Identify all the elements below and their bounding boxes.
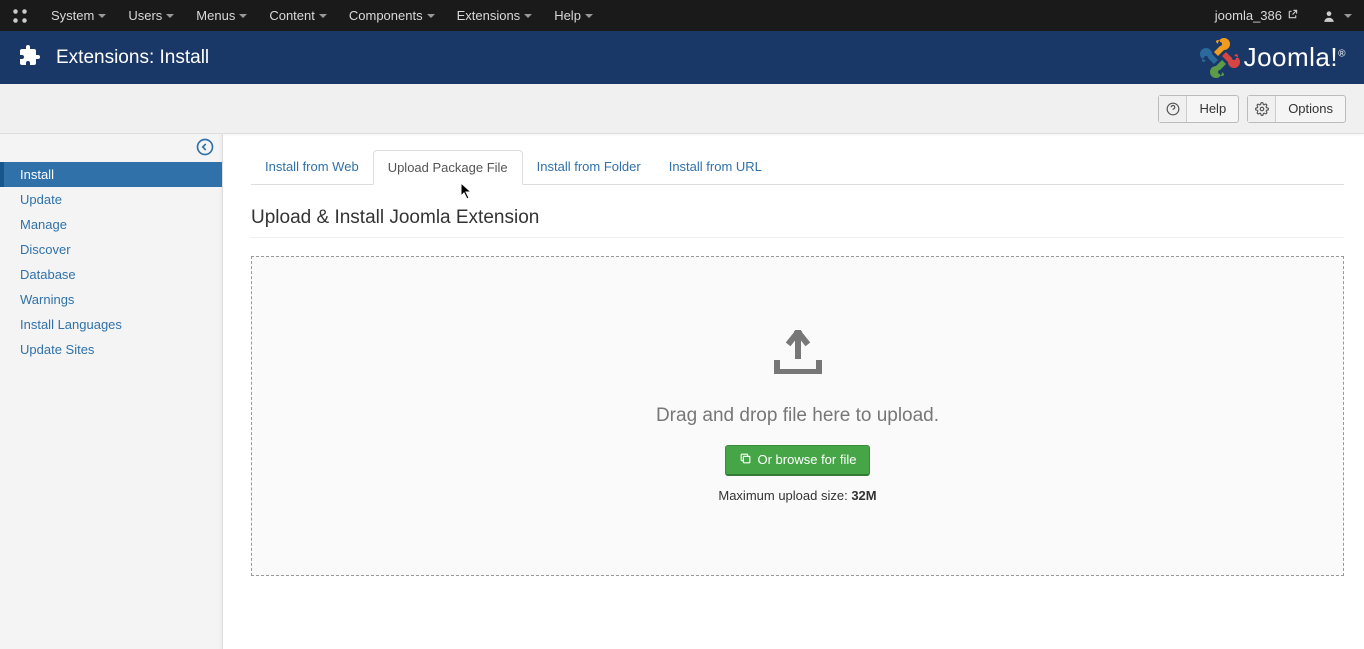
tab-install-from-web[interactable]: Install from Web xyxy=(251,150,373,185)
admin-top-bar: System Users Menus Content Components Ex… xyxy=(0,0,1364,31)
page-header: Extensions: Install Joomla!® xyxy=(0,31,1364,84)
drop-text: Drag and drop file here to upload. xyxy=(656,405,939,427)
caret-icon xyxy=(166,14,174,18)
sidebar-item-install[interactable]: Install xyxy=(0,162,222,187)
help-button[interactable]: Help xyxy=(1158,95,1239,123)
caret-icon xyxy=(239,14,247,18)
site-link[interactable]: joomla_386 xyxy=(1203,0,1310,31)
gear-icon xyxy=(1248,96,1276,122)
menu-menus[interactable]: Menus xyxy=(185,0,258,31)
upload-icon xyxy=(771,330,825,377)
tab-upload-package-file[interactable]: Upload Package File xyxy=(373,150,523,185)
caret-icon xyxy=(98,14,106,18)
top-right: joomla_386 xyxy=(1203,0,1364,31)
tab-install-from-folder[interactable]: Install from Folder xyxy=(523,150,655,185)
menu-extensions[interactable]: Extensions xyxy=(446,0,544,31)
caret-icon xyxy=(427,14,435,18)
sidebar-item-database[interactable]: Database xyxy=(0,262,222,287)
external-link-icon xyxy=(1287,8,1298,23)
main-layout: Install Update Manage Discover Database … xyxy=(0,134,1364,649)
menu-content[interactable]: Content xyxy=(258,0,338,31)
max-upload-size: Maximum upload size: 32M xyxy=(718,488,876,503)
tab-install-from-url[interactable]: Install from URL xyxy=(655,150,776,185)
main-content: Install from Web Upload Package File Ins… xyxy=(223,134,1364,649)
joomla-icon[interactable] xyxy=(0,0,40,31)
menu-system[interactable]: System xyxy=(40,0,117,31)
toolbar: Help Options xyxy=(0,84,1364,134)
sidebar-item-manage[interactable]: Manage xyxy=(0,212,222,237)
sidebar-nav: Install Update Manage Discover Database … xyxy=(0,162,222,362)
sidebar-item-warnings[interactable]: Warnings xyxy=(0,287,222,312)
content-title: Upload & Install Joomla Extension xyxy=(251,207,1344,238)
sidebar-item-update[interactable]: Update xyxy=(0,187,222,212)
caret-icon xyxy=(585,14,593,18)
browse-file-button[interactable]: Or browse for file xyxy=(725,445,871,476)
top-menu: System Users Menus Content Components Ex… xyxy=(40,0,1203,31)
caret-icon xyxy=(524,14,532,18)
joomla-logo[interactable]: Joomla!® xyxy=(1200,38,1346,78)
sidebar-item-install-languages[interactable]: Install Languages xyxy=(0,312,222,337)
copy-icon xyxy=(739,452,752,468)
help-icon xyxy=(1159,96,1187,122)
user-icon xyxy=(1322,9,1336,23)
install-tabs: Install from Web Upload Package File Ins… xyxy=(251,149,1344,185)
options-button[interactable]: Options xyxy=(1247,95,1346,123)
sidebar-item-update-sites[interactable]: Update Sites xyxy=(0,337,222,362)
caret-icon xyxy=(1344,14,1352,18)
sidebar-item-discover[interactable]: Discover xyxy=(0,237,222,262)
caret-icon xyxy=(319,14,327,18)
user-menu[interactable] xyxy=(1310,0,1364,31)
collapse-sidebar-icon[interactable] xyxy=(196,138,214,159)
menu-users[interactable]: Users xyxy=(117,0,185,31)
menu-components[interactable]: Components xyxy=(338,0,446,31)
menu-help[interactable]: Help xyxy=(543,0,604,31)
upload-dropzone[interactable]: Drag and drop file here to upload. Or br… xyxy=(251,256,1344,576)
page-title: Extensions: Install xyxy=(56,47,209,69)
puzzle-icon xyxy=(18,44,42,71)
sidebar: Install Update Manage Discover Database … xyxy=(0,134,223,649)
